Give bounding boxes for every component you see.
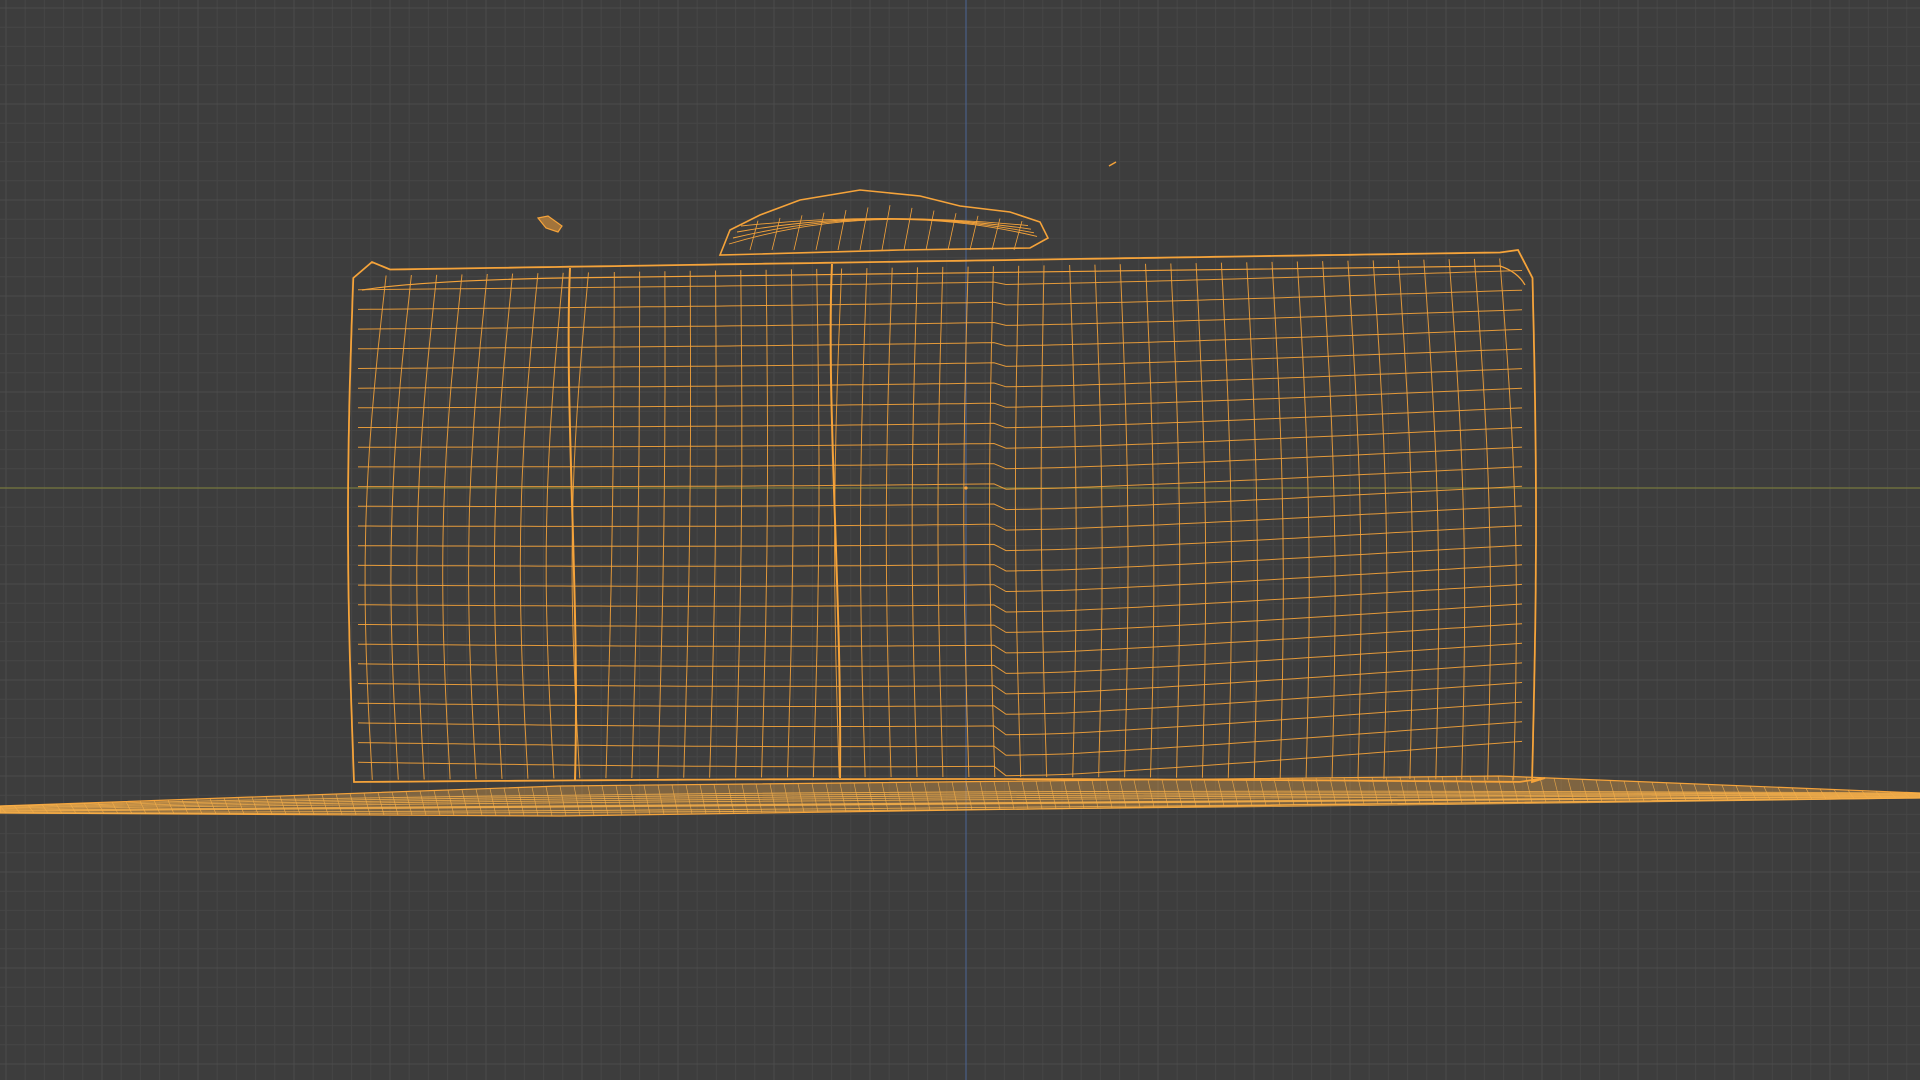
box-wire-vertical (1499, 258, 1517, 780)
box-wire-vertical (545, 272, 564, 779)
box-wire-vertical (1423, 259, 1440, 780)
bump-wire (793, 215, 803, 251)
viewport-canvas[interactable] (0, 0, 1920, 1080)
box-wire-horizontal (358, 564, 1523, 593)
box-wire-horizontal (358, 485, 1523, 511)
bump-wire (1013, 220, 1023, 251)
box-wire-vertical (1119, 264, 1129, 778)
fragment-left (536, 215, 563, 233)
bump-wire (859, 207, 869, 251)
fragment-right (1108, 161, 1117, 167)
box-seam (567, 267, 577, 781)
box-wire-horizontal (358, 603, 1523, 633)
box-wire-vertical (631, 271, 641, 779)
object-origin-dot (964, 486, 968, 490)
box-wire-vertical (1094, 264, 1103, 778)
ground-plane-mesh[interactable] (0, 775, 1920, 817)
box-wire-horizontal (357, 721, 1523, 756)
box-wire-horizontal (358, 583, 1523, 613)
box-wire-vertical (1040, 265, 1048, 778)
background-grid (0, 0, 1920, 1080)
box-wire-vertical (605, 272, 615, 779)
box-wire-horizontal (358, 387, 1523, 409)
floating-fragments[interactable] (536, 161, 1117, 233)
box-wire-horizontal (357, 289, 1523, 310)
box-wire-vertical (1322, 261, 1336, 779)
bump-wire (837, 209, 847, 251)
box-wire-vertical (1170, 263, 1181, 778)
box-wire-vertical (1448, 259, 1466, 780)
box-wire-vertical (1069, 264, 1077, 778)
box-wire-vertical (364, 275, 387, 780)
box-wire-horizontal (357, 623, 1523, 654)
box-wire-vertical (1473, 258, 1491, 780)
box-wire-horizontal (358, 446, 1523, 470)
box-wire-horizontal (358, 466, 1523, 490)
box-wire-vertical (1145, 263, 1155, 778)
bump-wire (947, 213, 957, 251)
box-wire-vertical (1372, 260, 1388, 779)
box-wire-vertical (1398, 259, 1414, 780)
box-wire-horizontal (358, 544, 1523, 572)
box-wire-vertical (1014, 265, 1022, 778)
box-wire-vertical (571, 272, 589, 779)
bump-wire (815, 212, 825, 251)
box-wire-vertical (1296, 261, 1310, 779)
3d-viewport[interactable] (0, 0, 1920, 1080)
box-wire-horizontal (358, 525, 1523, 552)
